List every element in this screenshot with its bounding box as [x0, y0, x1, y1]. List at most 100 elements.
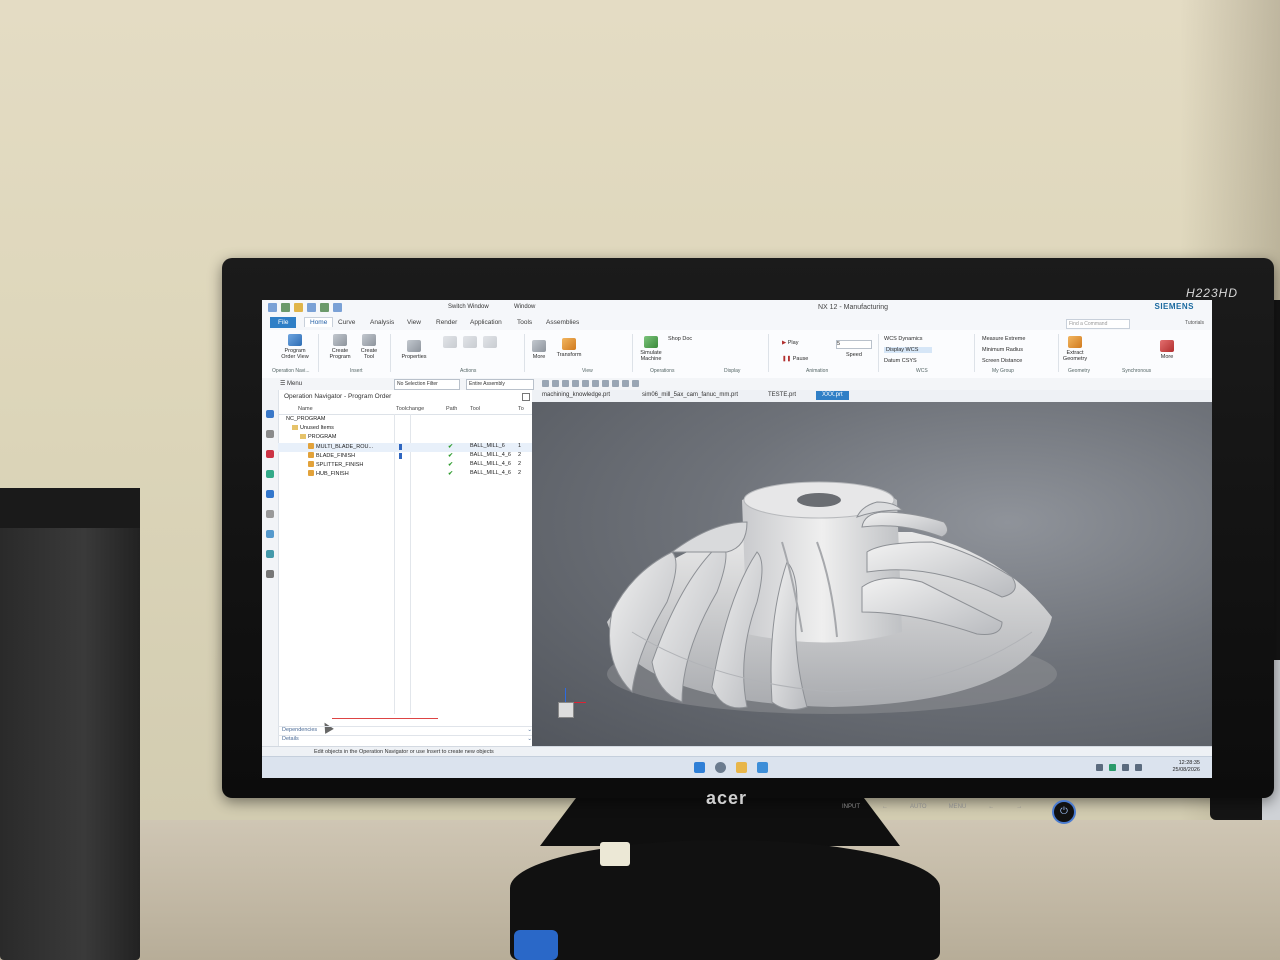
- doc-tab[interactable]: machining_knowledge.prt: [542, 392, 610, 398]
- pc-case: [0, 488, 140, 960]
- doc-tab-active[interactable]: XXX.prt: [816, 391, 849, 400]
- new-icon[interactable]: [281, 303, 290, 312]
- snap-icon[interactable]: [612, 380, 619, 387]
- minus-button[interactable]: ←: [882, 804, 888, 810]
- tree-row[interactable]: MULTI_BLADE_ROU... ✔ BALL_MILL_6 1: [278, 443, 536, 452]
- pin-icon[interactable]: [522, 393, 530, 401]
- transform-button[interactable]: Transform: [554, 338, 584, 358]
- auto-button[interactable]: AUTO: [910, 804, 927, 810]
- tab-analysis[interactable]: Analysis: [370, 319, 394, 326]
- snap-icon[interactable]: [552, 380, 559, 387]
- more-button-2[interactable]: More: [1156, 340, 1178, 360]
- roles-icon[interactable]: [266, 530, 274, 538]
- column-tool[interactable]: Tool: [470, 406, 480, 412]
- snap-icon[interactable]: [592, 380, 599, 387]
- menu-button[interactable]: ☰ Menu: [280, 380, 302, 387]
- snap-icon[interactable]: [562, 380, 569, 387]
- more-button[interactable]: More: [528, 340, 550, 360]
- command-search-input[interactable]: Find a Command: [1066, 319, 1130, 329]
- geometry-icon[interactable]: [266, 450, 274, 458]
- tree-row[interactable]: SPLITTER_FINISH ✔ BALL_MILL_4_6 2: [278, 461, 536, 470]
- start-icon[interactable]: [694, 762, 705, 773]
- tab-application[interactable]: Application: [470, 319, 502, 326]
- snap-icon[interactable]: [632, 380, 639, 387]
- wcs-dynamics-button[interactable]: WCS Dynamics: [884, 336, 923, 342]
- snap-icon[interactable]: [582, 380, 589, 387]
- tab-file[interactable]: File: [270, 317, 297, 328]
- extract-geometry-button[interactable]: Extract Geometry: [1062, 336, 1088, 362]
- tree-row[interactable]: NC_PROGRAM: [278, 416, 536, 425]
- pause-button[interactable]: ❚❚ Pause: [782, 356, 808, 362]
- snap-icon[interactable]: [572, 380, 579, 387]
- tab-view[interactable]: View: [407, 319, 421, 326]
- input-button[interactable]: INPUT: [842, 804, 860, 810]
- app-title: NX 12 - Manufacturing: [818, 304, 889, 311]
- check-icon: ✔: [448, 453, 454, 459]
- chevron-up-icon[interactable]: [1096, 764, 1103, 771]
- column-to[interactable]: To: [518, 406, 524, 412]
- tab-tools[interactable]: Tools: [517, 319, 532, 326]
- undo-icon[interactable]: [320, 303, 329, 312]
- column-toolchange[interactable]: Toolchange: [396, 406, 424, 412]
- left-button[interactable]: ←: [988, 804, 994, 810]
- volume-icon[interactable]: [1135, 764, 1142, 771]
- speed-stepper[interactable]: 5: [836, 340, 872, 349]
- column-name[interactable]: Name: [298, 406, 313, 412]
- tab-assemblies[interactable]: Assemblies: [546, 319, 579, 326]
- shop-doc-button[interactable]: Shop Doc: [668, 336, 692, 342]
- history-icon[interactable]: [266, 510, 274, 518]
- right-button[interactable]: →: [1016, 804, 1022, 810]
- network-icon[interactable]: [1122, 764, 1129, 771]
- measure-extreme-button[interactable]: Measure Extreme: [982, 336, 1025, 342]
- tab-home[interactable]: Home: [304, 317, 334, 327]
- check-icon: ✔: [448, 462, 454, 468]
- snap-icon[interactable]: [542, 380, 549, 387]
- snap-icon[interactable]: [602, 380, 609, 387]
- display-wcs-button[interactable]: Display WCS: [884, 347, 933, 353]
- create-program-button[interactable]: Create Program: [326, 334, 354, 360]
- play-button[interactable]: ▶ Play: [782, 340, 798, 346]
- web-browser-icon[interactable]: [266, 550, 274, 558]
- tab-curve[interactable]: Curve: [338, 319, 355, 326]
- doc-tab[interactable]: TESTE.prt: [768, 392, 796, 398]
- tree-row[interactable]: PROGRAM: [278, 434, 536, 443]
- view-triad-icon[interactable]: [558, 702, 574, 718]
- tab-render[interactable]: Render: [436, 319, 457, 326]
- program-order-view-button[interactable]: Program Order View: [278, 334, 312, 360]
- properties-button[interactable]: Properties: [398, 340, 430, 360]
- tree-row[interactable]: BLADE_FINISH ✔ BALL_MILL_4_6 2: [278, 452, 536, 461]
- open-icon[interactable]: [294, 303, 303, 312]
- create-tool-button[interactable]: Create Tool: [356, 334, 382, 360]
- machine-tool-icon[interactable]: [266, 430, 274, 438]
- power-icon[interactable]: ⏻: [1052, 800, 1076, 824]
- part-navigator-icon[interactable]: [266, 490, 274, 498]
- snap-icon[interactable]: [622, 380, 629, 387]
- method-icon[interactable]: [266, 470, 274, 478]
- tree-row[interactable]: HUB_FINISH ✔ BALL_MILL_4_6 2: [278, 470, 536, 479]
- tutorials-link[interactable]: Tutorials: [1185, 320, 1204, 326]
- details-panel[interactable]: Details ⌄: [278, 735, 536, 745]
- settings-icon[interactable]: [266, 570, 274, 578]
- save-icon[interactable]: [307, 303, 316, 312]
- screen-distance-button[interactable]: Screen Distance: [982, 358, 1022, 364]
- graphics-viewport[interactable]: [532, 402, 1212, 746]
- datum-csys-button[interactable]: Datum CSYS: [884, 358, 917, 364]
- app-tray-icon[interactable]: [1109, 764, 1116, 771]
- assembly-scope-select[interactable]: Entire Assembly: [466, 379, 534, 390]
- search-icon[interactable]: [715, 762, 726, 773]
- navigator-icon[interactable]: [266, 410, 274, 418]
- window-menu[interactable]: Window: [514, 304, 535, 310]
- menu-button[interactable]: MENU: [949, 804, 967, 810]
- simulate-machine-button[interactable]: Simulate Machine: [636, 336, 666, 362]
- windows-taskbar: 12:28:35 25/08/2026: [262, 756, 1212, 778]
- redo-icon[interactable]: [333, 303, 342, 312]
- column-path[interactable]: Path: [446, 406, 457, 412]
- tree-row[interactable]: Unused Items: [278, 425, 536, 434]
- minimum-radius-button[interactable]: Minimum Radius: [982, 347, 1023, 353]
- switch-window-button[interactable]: Switch Window: [448, 304, 489, 310]
- clock[interactable]: 12:28:35 25/08/2026: [1172, 760, 1200, 774]
- nx-app-icon[interactable]: [757, 762, 768, 773]
- doc-tab[interactable]: sim06_mill_5ax_cam_fanuc_mm.prt: [642, 392, 738, 398]
- selection-filter-select[interactable]: No Selection Filter: [394, 379, 460, 390]
- file-explorer-icon[interactable]: [736, 762, 747, 773]
